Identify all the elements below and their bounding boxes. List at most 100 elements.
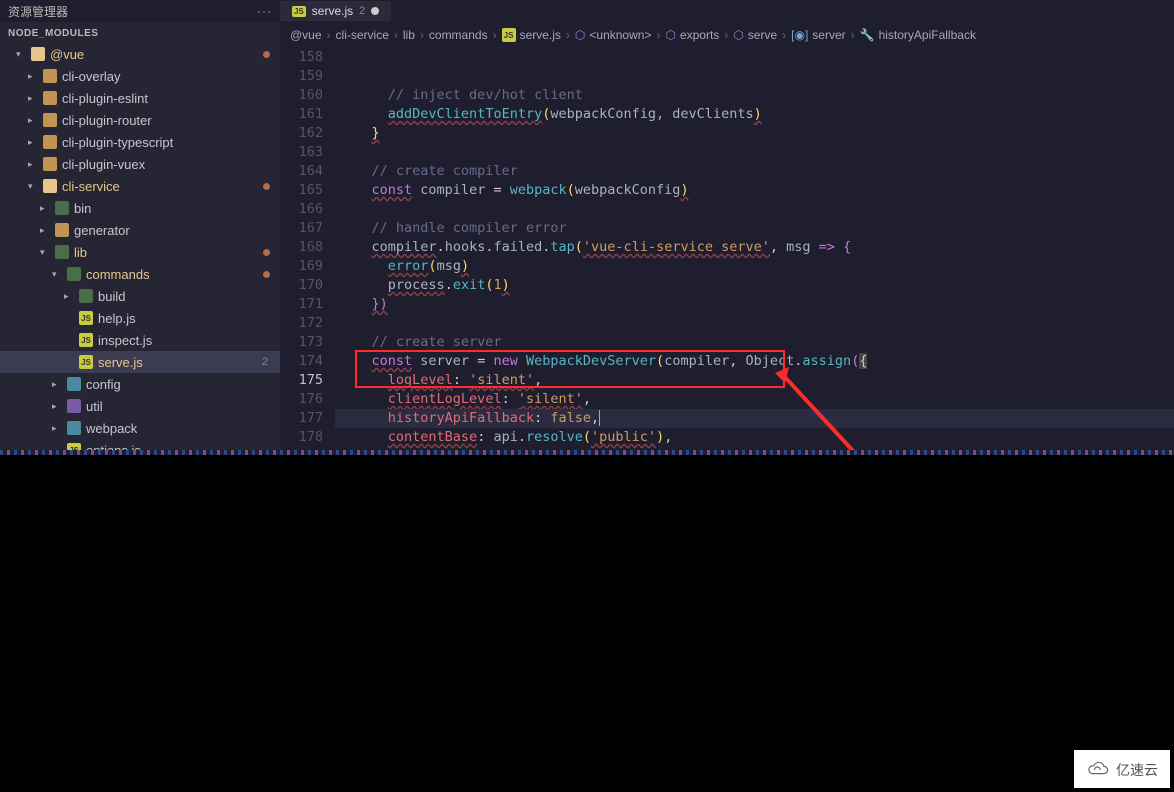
chevron-right-icon: › (327, 28, 331, 42)
breadcrumb-item[interactable]: cli-service (336, 28, 389, 42)
tree-item-label: cli-overlay (62, 69, 274, 84)
line-number: 164 (280, 162, 323, 181)
folder-icon (43, 91, 57, 105)
tree-item-cli-service[interactable]: ▾cli-service (0, 175, 280, 197)
breadcrumb-item[interactable]: [◉]server (791, 28, 845, 42)
chevron-icon: ▾ (52, 269, 62, 280)
modified-dot-icon (263, 51, 270, 58)
breadcrumb-label: commands (429, 28, 488, 42)
chevron-icon: ▸ (40, 225, 50, 236)
code-line[interactable]: process.exit(1) (335, 276, 1174, 295)
js-icon: JS (292, 6, 306, 17)
cloud-icon (1086, 761, 1110, 779)
tree-item--vue[interactable]: ▾@vue (0, 43, 280, 65)
tree-item-util[interactable]: ▸util (0, 395, 280, 417)
tree-item-label: bin (74, 201, 274, 216)
tree-item-cli-plugin-typescript[interactable]: ▸cli-plugin-typescript (0, 131, 280, 153)
code-line[interactable]: const server = new WebpackDevServer(comp… (335, 352, 1174, 371)
line-number: 158 (280, 48, 323, 67)
line-number: 177 (280, 409, 323, 428)
line-number: 161 (280, 105, 323, 124)
code-content[interactable]: // inject dev/hot client addDevClientToE… (335, 48, 1174, 450)
chevron-right-icon: › (851, 28, 855, 42)
chevron-right-icon: › (782, 28, 786, 42)
breadcrumb-item[interactable]: JSserve.js (502, 28, 561, 42)
folder-open-icon (31, 47, 45, 61)
tree-item-inspect-js[interactable]: JSinspect.js (0, 329, 280, 351)
code-line[interactable] (335, 200, 1174, 219)
tree-item-bin[interactable]: ▸ bin (0, 197, 280, 219)
line-number: 172 (280, 314, 323, 333)
tree-item-config[interactable]: ▸config (0, 373, 280, 395)
code-line[interactable]: // handle compiler error (335, 219, 1174, 238)
code-line[interactable]: historyApiFallback: false, (335, 409, 1174, 428)
chevron-icon: ▸ (40, 203, 50, 214)
chevron-icon: ▾ (40, 247, 50, 258)
breadcrumb-item[interactable]: @vue (290, 28, 322, 42)
watermark-text: 亿速云 (1116, 760, 1158, 780)
code-line[interactable]: } (335, 124, 1174, 143)
code-line[interactable]: error(msg) (335, 257, 1174, 276)
breadcrumb-label: <unknown> (589, 28, 651, 42)
folder-icon (43, 135, 57, 149)
breadcrumb-label: lib (403, 28, 415, 42)
tree-item-cli-plugin-router[interactable]: ▸cli-plugin-router (0, 109, 280, 131)
tree-item-label: inspect.js (98, 333, 274, 348)
code-line[interactable] (335, 143, 1174, 162)
tab-problems-count: 2 (359, 5, 365, 17)
explorer-more-icon[interactable]: ··· (257, 4, 272, 18)
pkg2-icon (67, 399, 81, 413)
tree-item-serve-js[interactable]: JSserve.js2 (0, 351, 280, 373)
breadcrumb-item[interactable]: lib (403, 28, 415, 42)
tree-item-cli-plugin-vuex[interactable]: ▸cli-plugin-vuex (0, 153, 280, 175)
tree-item-cli-plugin-eslint[interactable]: ▸cli-plugin-eslint (0, 87, 280, 109)
js-icon: JS (67, 443, 81, 450)
breadcrumb-item[interactable]: ⬡ <unknown> (575, 28, 652, 42)
code-line[interactable]: // create compiler (335, 162, 1174, 181)
code-line[interactable]: contentBase: api.resolve('public'), (335, 428, 1174, 447)
tree-item-help-js[interactable]: JShelp.js (0, 307, 280, 329)
breadcrumb-label: serve.js (520, 28, 561, 42)
tree-item-label: @vue (50, 47, 258, 62)
code-line[interactable]: }) (335, 295, 1174, 314)
code-line[interactable]: logLevel: 'silent', (335, 371, 1174, 390)
tab-serve-js[interactable]: JS serve.js 2 (280, 1, 391, 21)
folder-icon (43, 69, 57, 83)
tree-item-options-js[interactable]: JSoptions.js (0, 439, 280, 450)
code-line[interactable]: compiler.hooks.failed.tap('vue-cli-servi… (335, 238, 1174, 257)
breadcrumb-item[interactable]: ⬡serve (733, 28, 777, 42)
line-number: 166 (280, 200, 323, 219)
code-line[interactable]: // inject dev/hot client (335, 86, 1174, 105)
tree-item-webpack[interactable]: ▸webpack (0, 417, 280, 439)
tree-item-label: build (98, 289, 274, 304)
breadcrumb-item[interactable]: commands (429, 28, 488, 42)
tree-item-generator[interactable]: ▸generator (0, 219, 280, 241)
code-line[interactable] (335, 314, 1174, 333)
chevron-right-icon: › (394, 28, 398, 42)
tree-item-lib[interactable]: ▾lib (0, 241, 280, 263)
pkg-icon (55, 201, 69, 215)
code-line[interactable]: // create server (335, 333, 1174, 352)
pkg3-icon (67, 421, 81, 435)
code-line[interactable]: watchContentBase: !isProduction, (335, 447, 1174, 450)
breadcrumbs[interactable]: @vue › cli-service › lib › commands › JSserve.js… (280, 22, 1174, 48)
sidebar: NODE_MODULES ▾@vue▸cli-overlay▸cli-plugi… (0, 22, 280, 450)
line-number: 176 (280, 390, 323, 409)
breadcrumb-item[interactable]: 🔧historyApiFallback (860, 28, 976, 42)
breadcrumb-label: exports (680, 28, 719, 42)
code-line[interactable]: const compiler = webpack(webpackConfig) (335, 181, 1174, 200)
chevron-icon: ▸ (64, 291, 74, 302)
code-line[interactable]: addDevClientToEntry(webpackConfig, devCl… (335, 105, 1174, 124)
tree-item-build[interactable]: ▸ build (0, 285, 280, 307)
tree-item-label: cli-service (62, 179, 258, 194)
line-number: 173 (280, 333, 323, 352)
tree-item-commands[interactable]: ▾commands (0, 263, 280, 285)
code-area[interactable]: 1581591601611621631641651661671681691701… (280, 48, 1174, 450)
tree-item-cli-overlay[interactable]: ▸cli-overlay (0, 65, 280, 87)
line-number: 159 (280, 67, 323, 86)
chevron-right-icon: › (566, 28, 570, 42)
breadcrumb-item[interactable]: ⬡exports (665, 28, 719, 42)
code-line[interactable]: clientLogLevel: 'silent', (335, 390, 1174, 409)
cube-icon: ⬡ (575, 28, 585, 42)
cube-icon: ⬡ (733, 28, 743, 42)
